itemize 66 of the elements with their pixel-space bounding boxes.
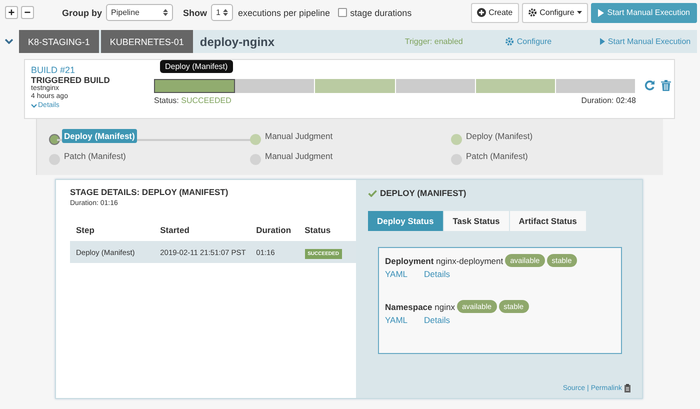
stage-segment[interactable] [476,79,556,93]
chevron-icon[interactable] [5,39,13,44]
stage-node[interactable] [49,154,60,165]
stage-label[interactable]: Manual Judgment [263,129,335,143]
stage-label[interactable]: Patch (Manifest) [464,149,530,163]
stage-segment[interactable] [235,79,316,93]
column-header: Status [304,225,332,235]
account-tag: KUBERNETES-01 [100,30,193,53]
gear-icon [528,8,537,17]
stage-tooltip: Deploy (Manifest) [160,60,233,73]
expand-button[interactable]: + [5,6,18,19]
stage-node[interactable] [250,154,261,165]
group-by-select[interactable]: Pipeline [106,4,173,21]
stage-segment[interactable] [315,79,396,93]
column-header: Step [75,225,96,235]
column-header: Started [159,225,190,235]
create-button[interactable]: Create [470,2,519,22]
stage-label[interactable]: Deploy (Manifest) [62,129,137,143]
gear-icon [504,37,514,46]
tab[interactable]: Deploy Status [368,211,443,231]
pipeline-name: deploy-nginx [200,34,276,50]
restart-icon[interactable] [644,80,655,91]
trigger-label: TRIGGERED BUILD [31,75,111,85]
resource-link[interactable]: Details [424,269,463,279]
stage-durations-checkbox[interactable] [338,8,348,17]
stage-label[interactable]: Manual Judgment [263,149,335,163]
resource-name: Namespace nginx [385,302,455,312]
collapse-button[interactable]: − [21,6,34,19]
build-duration: Duration: 02:48 [581,96,636,105]
stage-details-title: STAGE DETAILS: DEPLOY (MANIFEST) [70,187,230,197]
group-by-label: Group by [62,8,102,18]
clipboard-icon[interactable] [624,384,632,393]
play-icon [600,38,605,45]
chevron-icon [31,104,37,108]
trigger-status: Trigger: enabled [404,36,464,48]
column-header: Duration [255,225,292,235]
stage-node[interactable] [451,154,462,165]
stage-durations-label: stage durations [350,8,412,18]
resource-link[interactable]: YAML [385,269,424,279]
plus-circle-icon [476,8,486,17]
stage-segment[interactable] [396,79,476,93]
play-icon [598,8,604,16]
trash-icon[interactable] [661,80,671,91]
resource-name: Deployment nginx-deployment [385,256,504,266]
caret-icon [577,11,582,14]
spinner-icon [223,8,228,17]
stage-label[interactable]: Deploy (Manifest) [464,129,535,143]
stage-label[interactable]: Patch (Manifest) [62,149,128,163]
stage-segment[interactable] [556,79,636,93]
stage-node[interactable] [250,134,261,145]
stage-node[interactable] [49,134,60,145]
tab[interactable]: Artifact Status [510,211,586,231]
resource-link[interactable]: Details [424,315,463,325]
build-link[interactable]: BUILD #21 [31,65,147,75]
show-label: Show [183,8,207,18]
resource-link[interactable]: YAML [385,315,424,325]
tab[interactable]: Task Status [444,211,509,231]
spinner-icon [163,8,168,17]
configure-button[interactable]: Configure [522,2,588,22]
show-count-select[interactable]: 1 [211,4,233,21]
executions-label: executions per pipeline [238,8,330,18]
step-title: DEPLOY (MANIFEST) [380,188,466,198]
stage-node[interactable] [451,134,462,145]
account-tag: K8-STAGING-1 [19,30,99,53]
build-status: Status: SUCCEEDED [154,96,232,105]
check-icon [368,190,377,196]
